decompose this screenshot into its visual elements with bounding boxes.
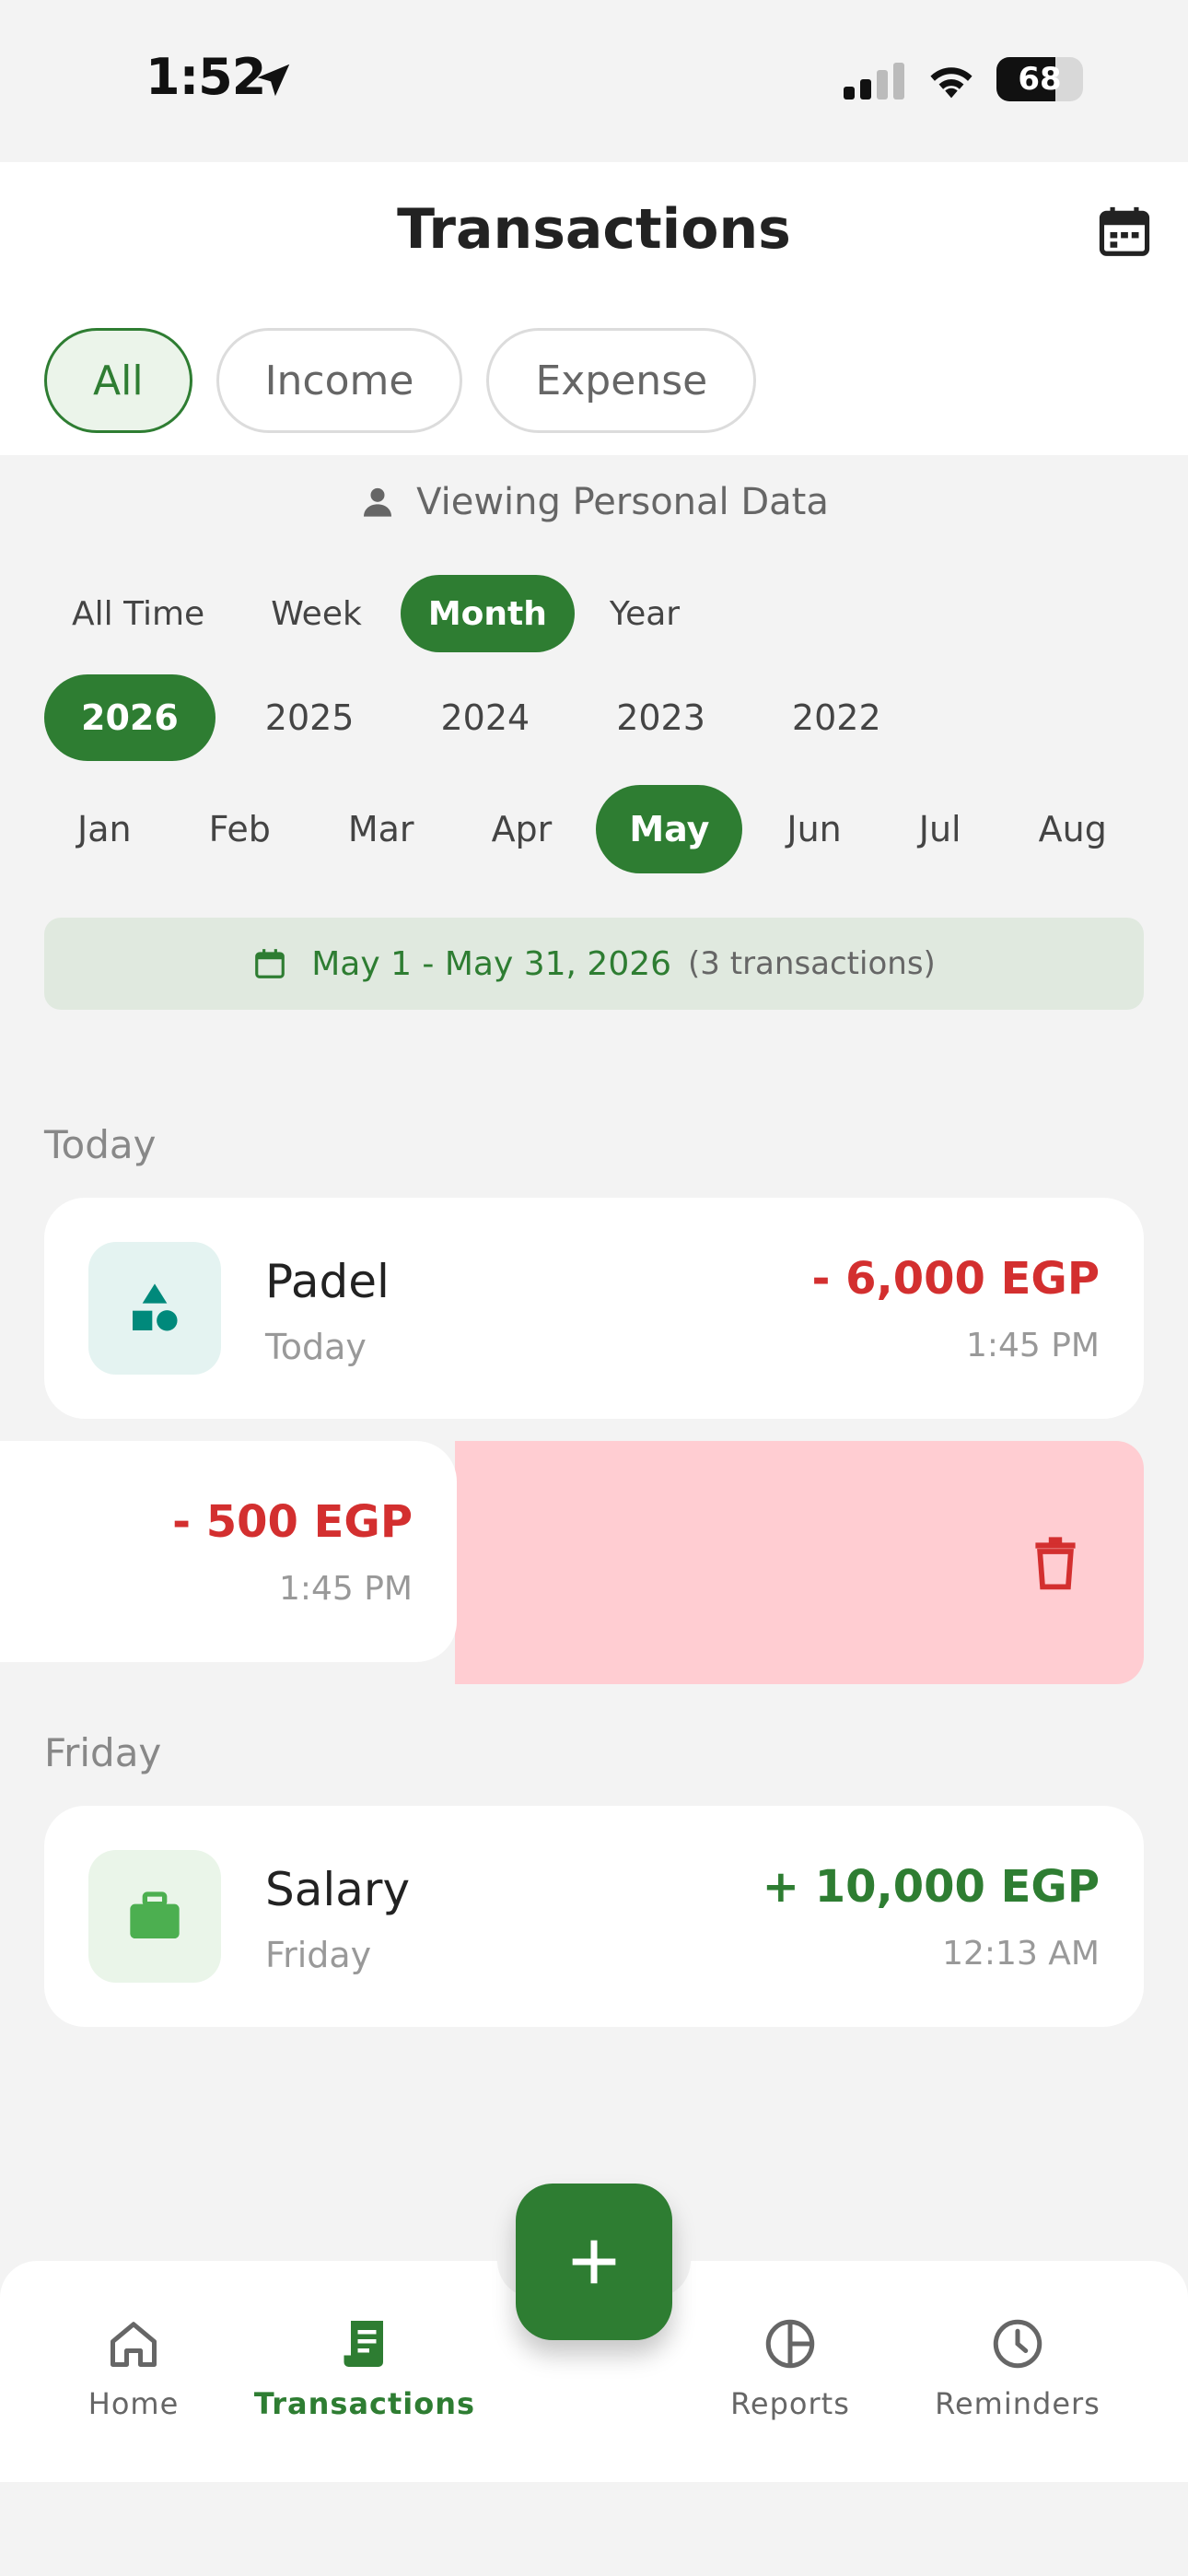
status-time: 1:52 [146,48,266,106]
category-icon-tile [88,1850,221,1983]
transaction-name: Padel [265,1255,390,1308]
delete-action[interactable] [455,1441,1144,1684]
category-icon-tile [88,1242,221,1375]
date-range-text: May 1 - May 31, 2026 [311,944,672,983]
cellular-signal-icon [844,63,904,100]
status-bar: 1:52 68 [0,0,1188,162]
period-all-time[interactable]: All Time [44,575,232,652]
tab-income[interactable]: Income [215,328,463,433]
shapes-icon [133,1283,178,1331]
receipt-icon [344,2321,383,2367]
group-label-today: Today [44,1122,157,1167]
nav-reminders-label: Reminders [935,2386,1101,2421]
transaction-amount: + 10,000 EGP [762,1861,1100,1913]
month-may[interactable]: May [596,785,743,873]
year-filter: 2026 2025 2024 2023 2022 [44,674,918,761]
month-apr[interactable]: Apr [459,785,586,873]
nav-home-label: Home [87,2386,180,2421]
month-jan[interactable]: Jan [44,785,165,873]
month-jun[interactable]: Jun [753,785,874,873]
calendar-small-icon [255,949,285,978]
month-aug[interactable]: Aug [1006,785,1140,873]
transaction-count: (3 transactions) [688,945,936,982]
trash-icon[interactable] [1033,1535,1077,1590]
swiped-transaction-row[interactable]: - 500 EGP 1:45 PM [0,1441,1144,1684]
date-range-summary: May 1 - May 31, 2026 (3 transactions) [44,918,1144,1010]
month-filter[interactable]: Jan Feb Mar Apr May Jun Jul Aug [44,785,1188,873]
tab-all[interactable]: All [44,328,192,433]
pie-chart-icon [765,2319,815,2369]
transaction-amount: - 6,000 EGP [811,1253,1100,1305]
nav-home[interactable]: Home [14,2316,253,2421]
transaction-date: Today [265,1327,367,1367]
period-filter: All Time Week Month Year [44,575,707,652]
year-2024[interactable]: 2024 [403,674,566,761]
calendar-icon[interactable] [1096,203,1153,262]
page-title: Transactions [397,197,791,262]
transaction-time: 1:45 PM [278,1570,413,1608]
header: Transactions All Income Expense [0,162,1188,455]
home-icon [111,2322,157,2367]
add-transaction-button[interactable] [516,2184,672,2340]
nav-transactions[interactable]: Transactions [245,2316,484,2421]
transaction-row-salary[interactable]: Salary Friday + 10,000 EGP 12:13 AM [44,1806,1144,2027]
transaction-row-padel[interactable]: Padel Today - 6,000 EGP 1:45 PM [44,1198,1144,1419]
group-label-friday: Friday [44,1730,162,1775]
year-2025[interactable]: 2025 [228,674,391,761]
viewing-scope: Viewing Personal Data [0,481,1188,523]
year-2022[interactable]: 2022 [755,674,918,761]
transaction-name: Salary [265,1863,411,1916]
transaction-date: Friday [265,1935,372,1975]
nav-transactions-label: Transactions [253,2386,476,2421]
nav-reminders[interactable]: Reminders [898,2316,1137,2421]
period-year[interactable]: Year [582,575,707,652]
plus-icon [572,2240,616,2284]
home-indicator-area [0,2482,1188,2576]
month-jul[interactable]: Jul [886,785,995,873]
wifi-icon [930,67,973,99]
month-feb[interactable]: Feb [176,785,304,873]
year-2026[interactable]: 2026 [44,674,215,761]
battery-icon: 68 [996,57,1083,101]
transaction-time: 1:45 PM [965,1327,1100,1364]
transaction-amount: - 500 EGP [172,1496,413,1548]
period-month[interactable]: Month [400,575,575,652]
viewing-label: Viewing Personal Data [416,481,829,523]
nav-reports-label: Reports [730,2386,850,2421]
year-2023[interactable]: 2023 [579,674,742,761]
tab-expense[interactable]: Expense [486,328,757,433]
location-arrow-icon [257,64,290,97]
period-week[interactable]: Week [239,575,393,652]
battery-level: 68 [1018,61,1062,98]
transaction-time: 12:13 AM [942,1935,1100,1973]
nav-reports[interactable]: Reports [670,2316,910,2421]
clock-icon [993,2319,1042,2369]
briefcase-icon [130,1891,180,1938]
person-icon [364,487,392,517]
type-filter-tabs: All Income Expense [44,328,757,433]
month-mar[interactable]: Mar [315,785,448,873]
swiped-transaction-card[interactable]: - 500 EGP 1:45 PM [0,1441,457,1662]
